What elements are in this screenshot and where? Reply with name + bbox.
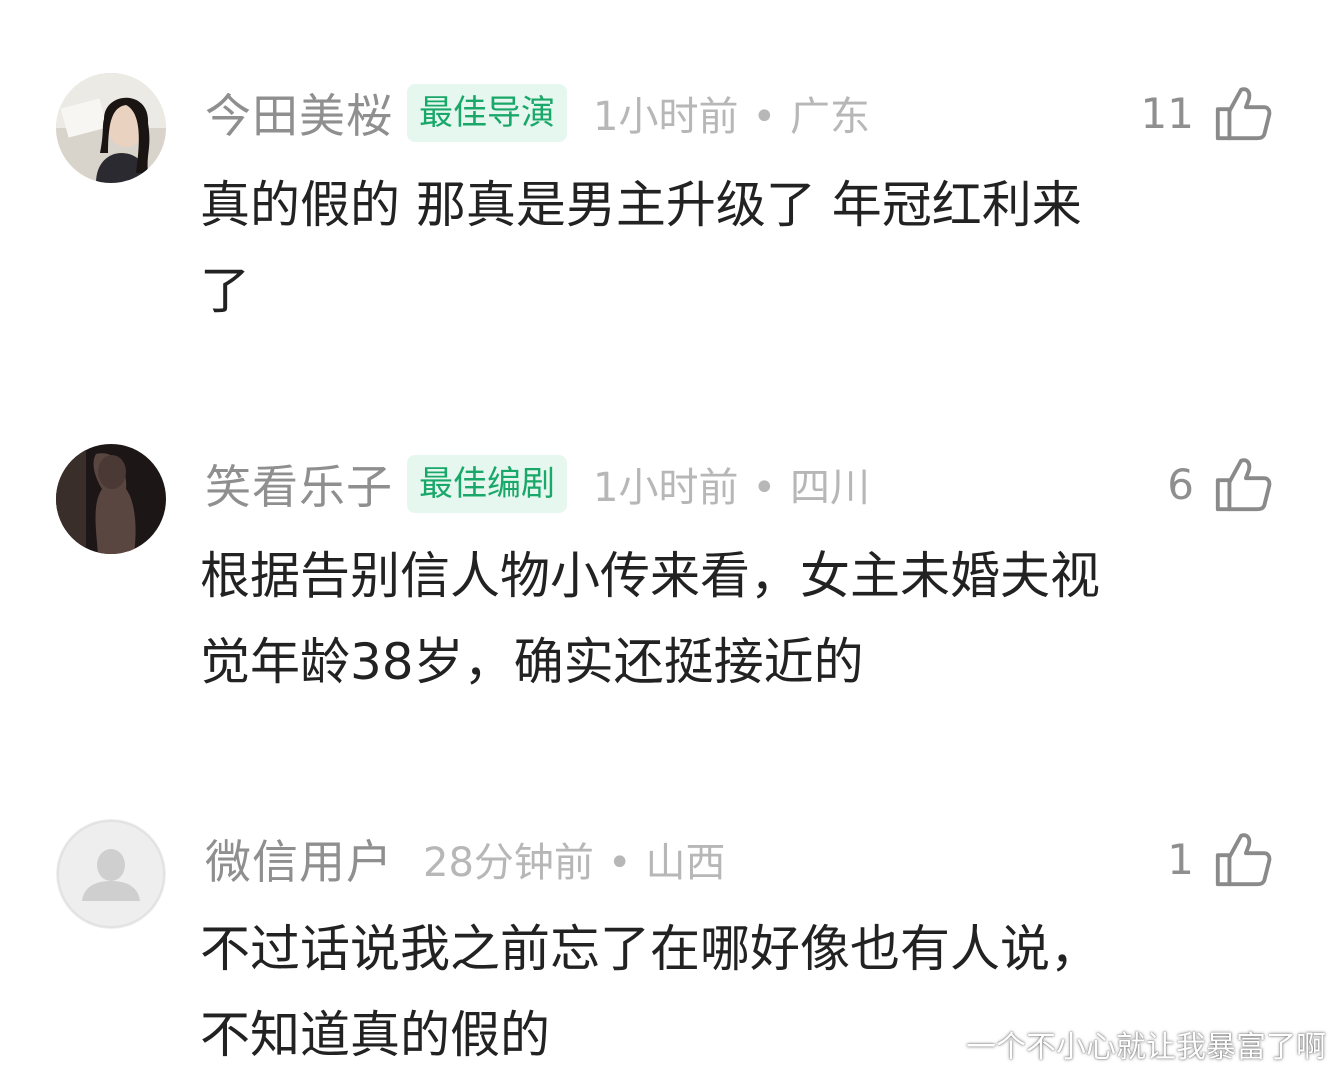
- user-avatar[interactable]: [56, 444, 166, 554]
- meta-separator: •: [752, 94, 777, 140]
- comment-time: 28分钟前: [423, 840, 594, 886]
- like-count: 1: [1167, 834, 1194, 884]
- thumbs-up-icon[interactable]: [1212, 828, 1274, 890]
- comment-location: 四川: [790, 465, 871, 511]
- comment-time: 1小时前: [593, 465, 739, 511]
- like-button[interactable]: 1: [1167, 824, 1274, 894]
- person-silhouette-icon: [56, 819, 166, 929]
- like-count: 6: [1167, 459, 1194, 509]
- award-badge: 最佳编剧: [407, 455, 567, 513]
- comment-meta: 1小时前 • 广东: [593, 84, 870, 142]
- comment-location: 山西: [645, 840, 726, 886]
- default-avatar[interactable]: [56, 819, 166, 929]
- meta-separator: •: [607, 840, 632, 886]
- thumbs-up-icon[interactable]: [1212, 82, 1274, 144]
- meta-separator: •: [752, 465, 777, 511]
- like-button[interactable]: 11: [1141, 78, 1274, 148]
- like-button[interactable]: 6: [1167, 449, 1274, 519]
- comment-header: 微信用户 28分钟前 • 山西: [205, 824, 726, 894]
- username[interactable]: 今田美桜: [205, 80, 393, 146]
- comment-header: 今田美桜 最佳导演 1小时前 • 广东: [205, 78, 870, 148]
- comment-time: 1小时前: [593, 94, 739, 140]
- username[interactable]: 微信用户: [205, 826, 393, 892]
- comment-text: 真的假的 那真是男主升级了 年冠红利来 了: [200, 176, 1082, 320]
- comment-location: 广东: [790, 94, 871, 140]
- comment-meta: 28分钟前 • 山西: [423, 830, 726, 888]
- comment-header: 笑看乐子 最佳编剧 1小时前 • 四川: [205, 449, 870, 519]
- watermark: 一个不小心就让我暴富了啊: [966, 1030, 1326, 1065]
- user-avatar[interactable]: [56, 73, 166, 183]
- award-badge: 最佳导演: [407, 84, 567, 142]
- thumbs-up-icon[interactable]: [1212, 453, 1274, 515]
- username[interactable]: 笑看乐子: [205, 451, 393, 517]
- comment-meta: 1小时前 • 四川: [593, 455, 870, 513]
- like-count: 11: [1140, 88, 1194, 138]
- comment-text: 根据告别信人物小传来看，女主未婚夫视 觉年龄38岁，确实还挺接近的: [200, 547, 1100, 691]
